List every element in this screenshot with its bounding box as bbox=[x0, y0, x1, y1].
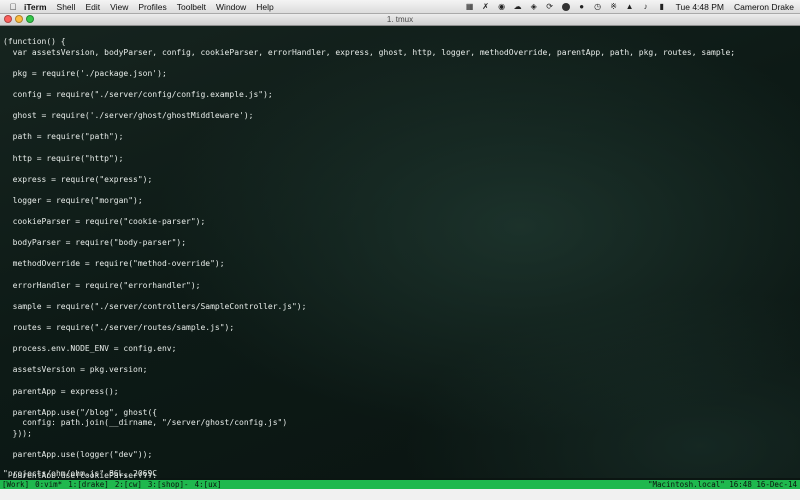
menu-app-name[interactable]: iTerm bbox=[24, 2, 47, 12]
code-line: parentApp.use(logger("dev")); bbox=[3, 450, 153, 460]
code-line: parentApp.use("/blog", ghost({ bbox=[3, 407, 158, 417]
code-line: pkg = require('./package.json'); bbox=[3, 68, 167, 78]
code-line: express = require("express"); bbox=[3, 174, 153, 184]
code-line: (function() { bbox=[3, 37, 66, 46]
tmux-host: "Macintosh.local" bbox=[647, 480, 725, 489]
cloud-icon[interactable]: ☁ bbox=[513, 2, 523, 11]
menu-help[interactable]: Help bbox=[256, 2, 273, 12]
tmux-status-bar: [Work] 0:vim* 1:[drake] 2:[cw] 3:[shop]-… bbox=[0, 480, 800, 489]
app-icon[interactable]: ▦ bbox=[465, 2, 475, 11]
code-editor[interactable]: (function() { var assetsVersion, bodyPar… bbox=[3, 37, 735, 478]
tmux-right-status: "Macintosh.local" 16:48 16-Dec-14 bbox=[648, 480, 797, 489]
cat-icon[interactable]: ◉ bbox=[497, 2, 507, 11]
menu-user[interactable]: Cameron Drake bbox=[734, 2, 794, 12]
tmux-window-1[interactable]: 1:[drake] bbox=[68, 480, 109, 489]
status-area: ▦ ✗ ◉ ☁ ◈ ⟳ ● ◷ ※ ▲ ♪ ▮ Tue 4:48 PM Came… bbox=[462, 0, 794, 13]
clock-icon[interactable]: ◷ bbox=[593, 2, 603, 11]
sync-icon[interactable]: ⟳ bbox=[545, 2, 555, 11]
battery-icon[interactable]: ▮ bbox=[657, 2, 667, 11]
code-line: http = require("http"); bbox=[3, 153, 124, 163]
terminal-pane[interactable]: (function() { var assetsVersion, bodyPar… bbox=[0, 26, 800, 478]
code-line: bodyParser = require("body-parser"); bbox=[3, 238, 187, 248]
code-line: errorHandler = require("errorhandler"); bbox=[3, 280, 201, 290]
window-bottom-edge bbox=[0, 489, 800, 500]
code-line: routes = require("./server/routes/sample… bbox=[3, 323, 235, 333]
menu-view[interactable]: View bbox=[110, 2, 128, 12]
code-line: sample = require("./server/controllers/S… bbox=[3, 301, 307, 311]
location-icon[interactable] bbox=[561, 2, 571, 11]
code-line: parentApp = express(); bbox=[3, 386, 119, 396]
code-line: cookieParser = require("cookie-parser"); bbox=[3, 217, 206, 227]
code-line: })); bbox=[3, 428, 32, 438]
message-icon[interactable]: ● bbox=[577, 2, 587, 11]
code-line: assetsVersion = pkg.version; bbox=[3, 365, 148, 375]
headphones-icon[interactable]: ◈ bbox=[529, 2, 539, 11]
menu-toolbelt[interactable]: Toolbelt bbox=[177, 2, 206, 12]
menu-clock[interactable]: Tue 4:48 PM bbox=[676, 2, 724, 12]
volume-icon[interactable]: ♪ bbox=[641, 2, 651, 11]
bluetooth-icon[interactable]: ※ bbox=[609, 2, 619, 11]
menu-window[interactable]: Window bbox=[216, 2, 246, 12]
window-titlebar[interactable]: 1. tmux bbox=[0, 14, 800, 26]
window-title: 1. tmux bbox=[386, 15, 414, 24]
tmux-time: 16:48 bbox=[729, 480, 752, 489]
tools-icon[interactable]: ✗ bbox=[481, 2, 491, 11]
code-line: config = require("./server/config/config… bbox=[3, 89, 273, 99]
code-line: methodOverride = require("method-overrid… bbox=[3, 259, 225, 269]
menu-shell[interactable]: Shell bbox=[57, 2, 76, 12]
tmux-window-2[interactable]: 2:[cw] bbox=[115, 480, 142, 489]
menu-profiles[interactable]: Profiles bbox=[138, 2, 166, 12]
tmux-window-list: [Work] 0:vim* 1:[drake] 2:[cw] 3:[shop]-… bbox=[2, 480, 228, 489]
code-line: var assetsVersion, bodyParser, config, c… bbox=[3, 47, 736, 57]
vim-file-status: "projects/ohm/ohm.js" 86L, 2069C bbox=[3, 469, 158, 478]
wifi-icon[interactable]: ▲ bbox=[625, 2, 635, 11]
tmux-window-4[interactable]: 4:[ux] bbox=[195, 480, 222, 489]
tmux-session: [Work] bbox=[2, 480, 30, 489]
code-line: path = require("path"); bbox=[3, 132, 124, 142]
tmux-window-0[interactable]: 0:vim* bbox=[35, 480, 62, 489]
menu-edit[interactable]: Edit bbox=[85, 2, 100, 12]
menu-bar:  iTerm Shell Edit View Profiles Toolbel… bbox=[0, 0, 800, 14]
code-line: process.env.NODE_ENV = config.env; bbox=[3, 344, 177, 354]
tmux-window-3[interactable]: 3:[shop]- bbox=[148, 480, 189, 489]
apple-icon[interactable]:  bbox=[6, 2, 20, 12]
code-line: logger = require("morgan"); bbox=[3, 195, 143, 205]
tmux-date: 16-Dec-14 bbox=[756, 480, 797, 489]
code-line: config: path.join(__dirname, "/server/gh… bbox=[3, 418, 288, 428]
code-line: ghost = require('./server/ghost/ghostMid… bbox=[3, 111, 254, 121]
